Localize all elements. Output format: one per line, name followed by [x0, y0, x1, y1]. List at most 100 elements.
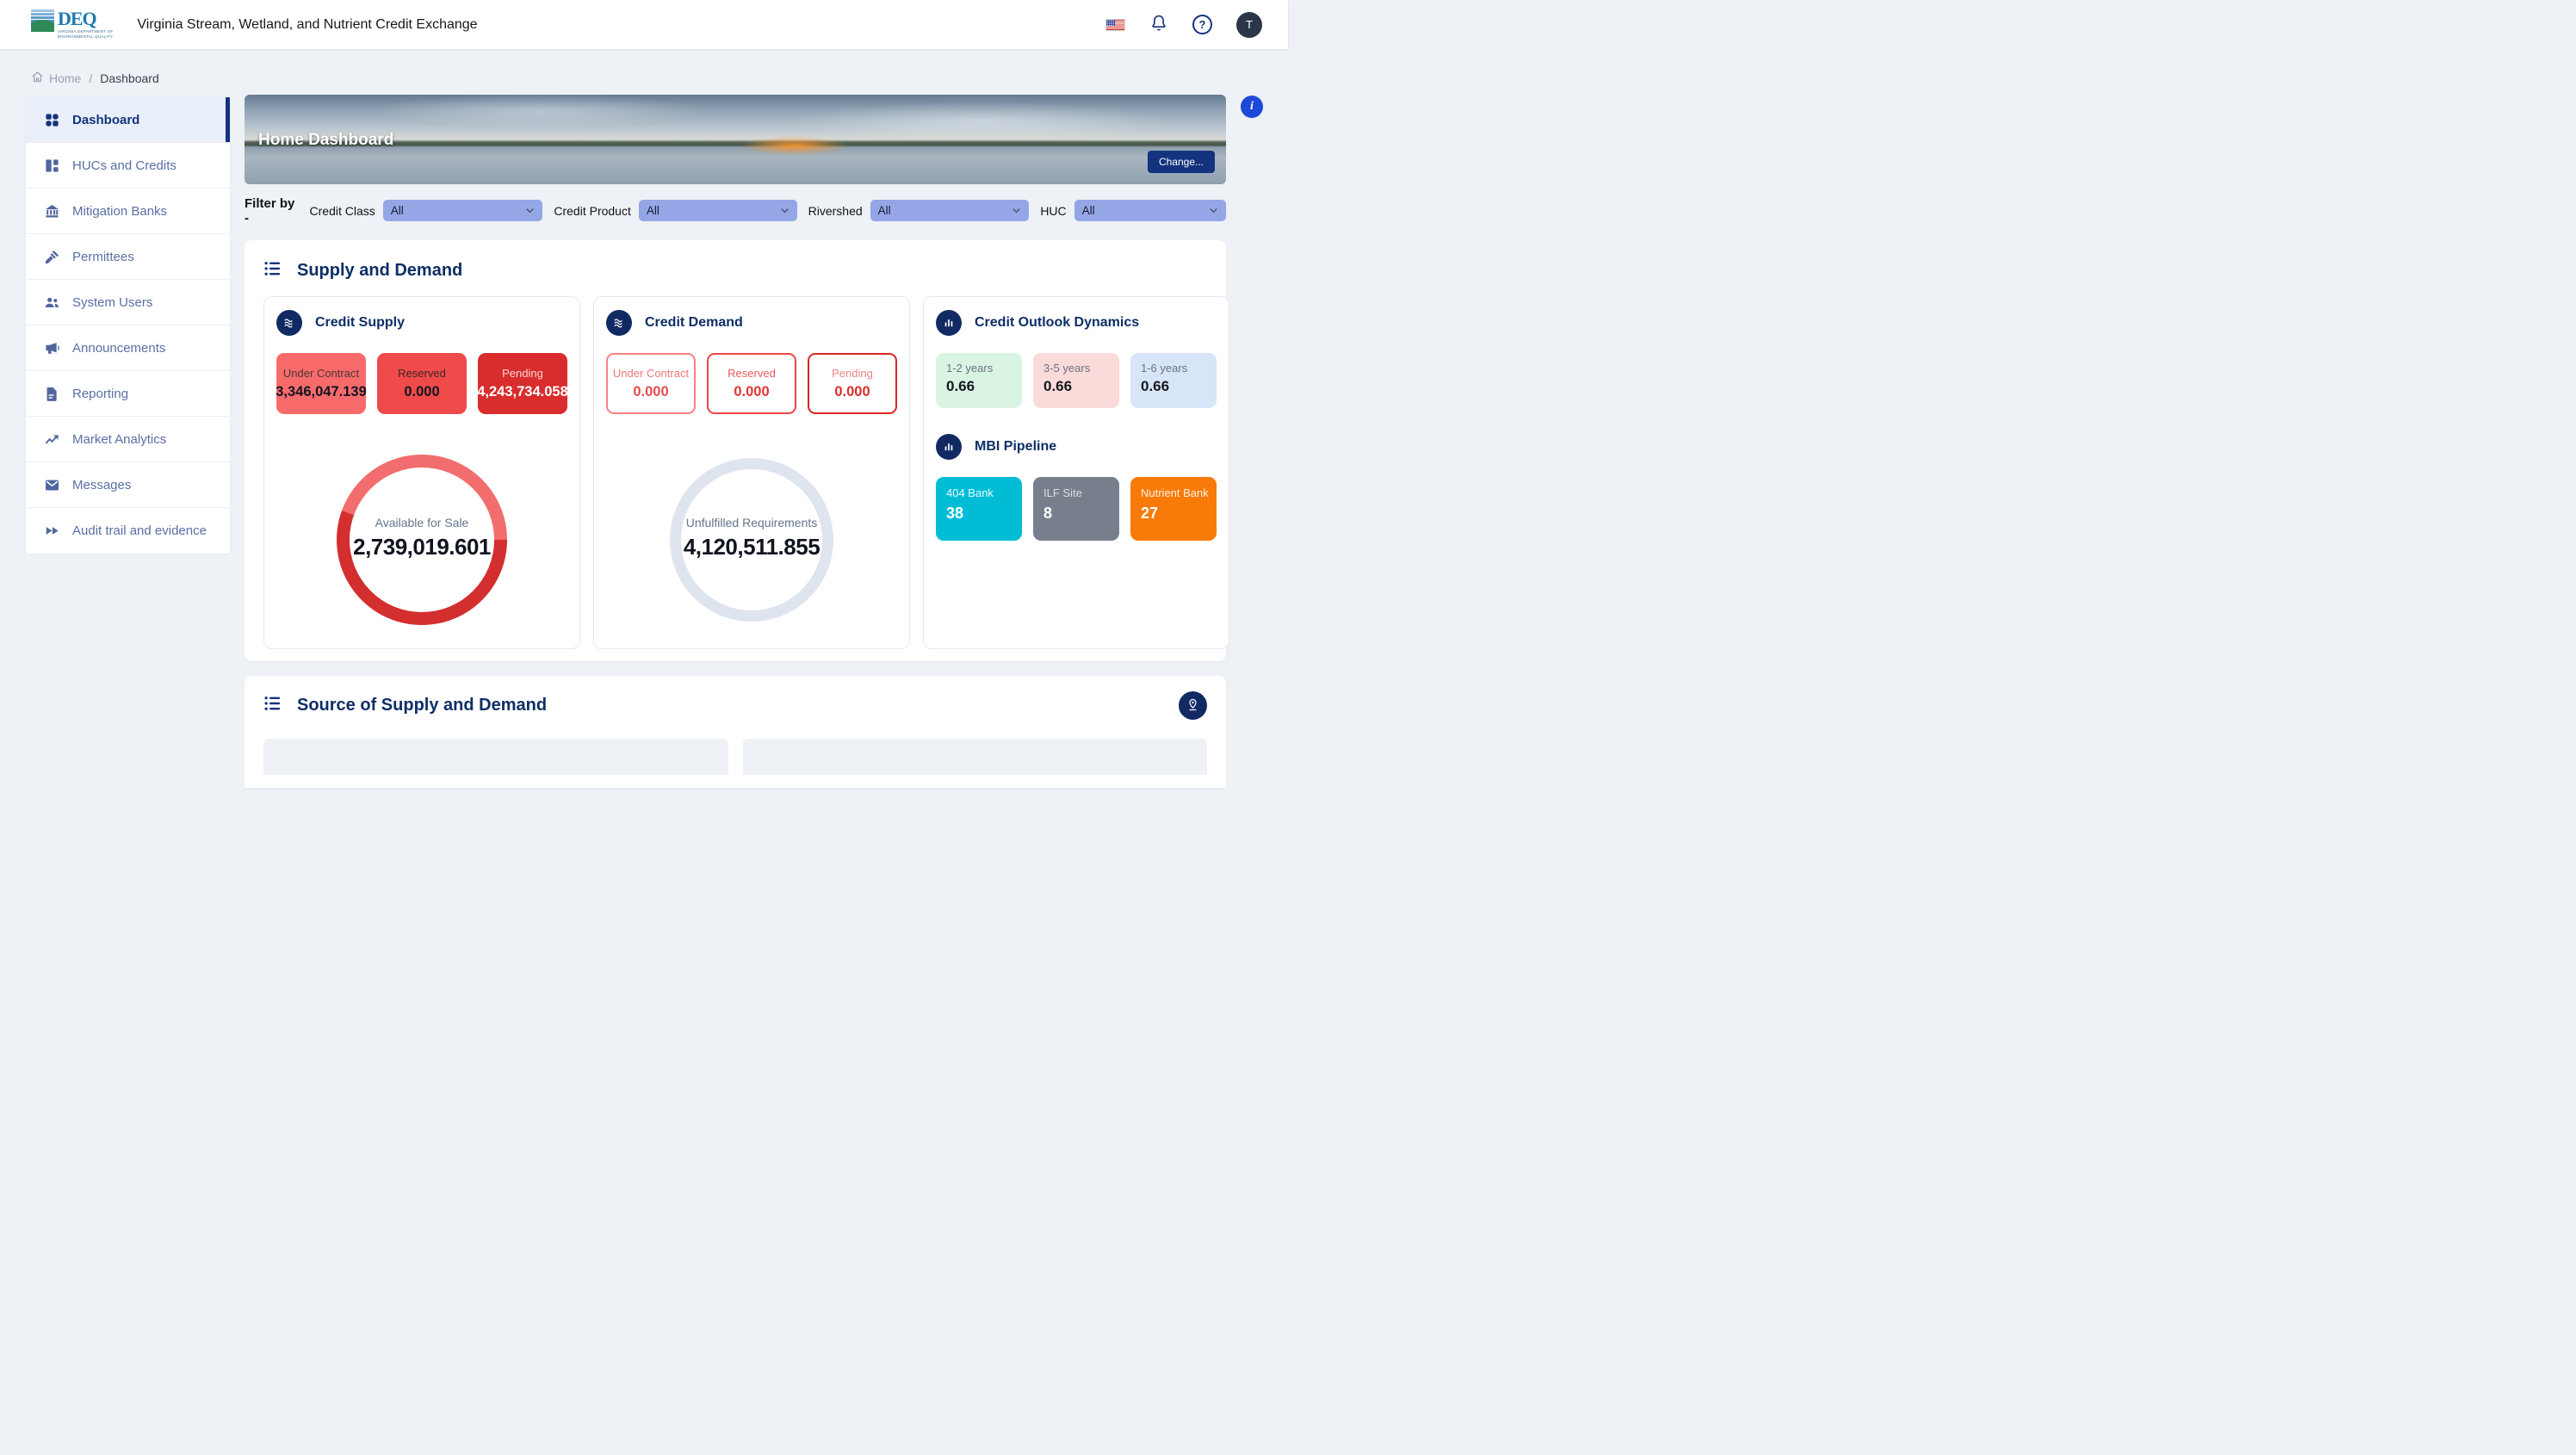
tile-value: 8	[1043, 505, 1116, 523]
supply-ring-value: 2,739,019.601	[293, 534, 551, 560]
outlook-tile-3-5-years: 3-5 years 0.66	[1033, 353, 1119, 408]
hero-title: Home Dashboard	[258, 131, 393, 150]
filter-bar: Filter by - Credit Class All Credit Prod…	[245, 200, 1226, 221]
supply-ring-label: Available for Sale	[293, 516, 551, 529]
waves-icon	[606, 310, 632, 336]
sidebar-item-announcements[interactable]: Announcements	[26, 325, 230, 371]
source-table-header-right	[743, 739, 1208, 775]
help-button[interactable]: ?	[1192, 15, 1212, 34]
badge-value: 0.000	[404, 384, 439, 400]
user-menu-button[interactable]: T	[1236, 12, 1262, 38]
demand-ring-value: 4,120,511.855	[622, 534, 881, 560]
rivershed-select[interactable]: All	[870, 200, 1030, 221]
badge-value: 3,346,047.139	[276, 384, 367, 400]
filter-label-credit-product: Credit Product	[554, 204, 630, 218]
sidebar-item-label: Dashboard	[72, 113, 139, 127]
sidebar-item-market-analytics[interactable]: Market Analytics	[26, 417, 230, 462]
sidebar-item-hucs-and-credits[interactable]: HUCs and Credits	[26, 143, 230, 189]
info-button[interactable]: i	[1241, 96, 1263, 118]
badge-label: Pending	[832, 367, 873, 380]
breadcrumb-home-link[interactable]: Home	[31, 71, 81, 86]
credit-supply-card: Credit Supply Under Contract 3,346,047.1…	[263, 296, 580, 649]
tile-value: 0.66	[1141, 378, 1213, 395]
badge-value: 0.000	[834, 384, 870, 400]
badge-label: Under Contract	[283, 367, 359, 380]
users-icon	[44, 294, 60, 311]
outlook-tile-1-2-years: 1-2 years 0.66	[936, 353, 1022, 408]
tile-value: 27	[1141, 505, 1213, 523]
sidebar-item-mitigation-banks[interactable]: Mitigation Banks	[26, 189, 230, 234]
fast-forward-icon	[44, 523, 60, 539]
map-view-button[interactable]	[1179, 691, 1207, 720]
us-flag-icon[interactable]	[1105, 19, 1125, 31]
bank-icon	[44, 203, 60, 220]
notifications-button[interactable]	[1149, 14, 1168, 35]
hero-banner: Home Dashboard Change...	[245, 95, 1226, 184]
credit-class-value: All	[391, 204, 526, 217]
sidebar-item-audit-trail[interactable]: Audit trail and evidence	[26, 508, 230, 554]
avatar: T	[1236, 12, 1262, 38]
trend-up-icon	[44, 431, 60, 448]
main-content: Home Dashboard Change... Filter by - Cre…	[245, 95, 1226, 788]
source-supply-demand-section: Source of Supply and Demand	[245, 676, 1226, 788]
filter-label-rivershed: Rivershed	[808, 204, 863, 218]
change-banner-button[interactable]: Change...	[1148, 151, 1215, 173]
badge-label: Reserved	[398, 367, 446, 380]
sidebar-item-label: Announcements	[72, 341, 165, 356]
huc-value: All	[1082, 204, 1209, 217]
credit-supply-title: Credit Supply	[315, 315, 405, 331]
sidebar-item-reporting[interactable]: Reporting	[26, 371, 230, 417]
grid-icon	[44, 112, 60, 128]
waves-icon	[276, 310, 302, 336]
credit-product-value: All	[647, 204, 780, 217]
sidebar: Dashboard HUCs and Credits Mitigation Ba…	[26, 97, 230, 554]
demand-ring-label: Unfulfilled Requirements	[622, 516, 881, 529]
chevron-down-icon	[1012, 204, 1021, 217]
badge-label: Reserved	[728, 367, 776, 380]
credit-product-select[interactable]: All	[639, 200, 797, 221]
chevron-down-icon	[1209, 204, 1218, 217]
help-icon: ?	[1192, 15, 1212, 34]
bar-chart-icon	[936, 434, 962, 460]
tile-label: 404 Bank	[946, 486, 1019, 499]
badge-value: 0.000	[633, 384, 668, 400]
credit-outlook-card: Credit Outlook Dynamics 1-2 years 0.66 3…	[923, 296, 1229, 649]
chevron-down-icon	[525, 204, 535, 217]
sidebar-item-label: Audit trail and evidence	[72, 523, 207, 538]
mbi-pipeline-title: MBI Pipeline	[975, 439, 1056, 455]
sidebar-item-permittees[interactable]: Permittees	[26, 234, 230, 280]
info-icon: i	[1250, 100, 1254, 114]
deq-logo-acronym: DEQ	[58, 9, 113, 28]
breadcrumb-home-label: Home	[49, 71, 81, 85]
filter-prefix: Filter by -	[245, 196, 299, 226]
breadcrumb: Home / Dashboard	[31, 71, 159, 86]
rivershed-value: All	[878, 204, 1012, 217]
sidebar-item-label: Mitigation Banks	[72, 204, 167, 219]
document-icon	[44, 386, 60, 402]
filter-label-credit-class: Credit Class	[310, 204, 375, 218]
tile-value: 0.66	[1043, 378, 1116, 395]
deq-logo-subline1: Virginia Department of	[58, 30, 113, 34]
credit-demand-donut: Unfulfilled Requirements 4,120,511.855	[606, 436, 897, 643]
sidebar-item-messages[interactable]: Messages	[26, 462, 230, 508]
tile-value: 0.66	[946, 378, 1019, 395]
bell-icon	[1149, 14, 1168, 35]
supply-reserved-badge: Reserved 0.000	[377, 353, 467, 414]
chevron-down-icon	[780, 204, 790, 217]
sidebar-item-label: HUCs and Credits	[72, 158, 176, 173]
sidebar-item-label: Market Analytics	[72, 432, 166, 447]
layout-icon	[44, 158, 60, 174]
sidebar-item-system-users[interactable]: System Users	[26, 280, 230, 325]
breadcrumb-separator: /	[89, 71, 92, 85]
tile-label: ILF Site	[1043, 486, 1116, 499]
credit-outlook-title: Credit Outlook Dynamics	[975, 315, 1139, 331]
envelope-icon	[44, 477, 60, 493]
app-title: Virginia Stream, Wetland, and Nutrient C…	[137, 17, 477, 33]
huc-select[interactable]: All	[1074, 200, 1226, 221]
sidebar-item-dashboard[interactable]: Dashboard	[26, 97, 230, 143]
demand-under-contract-badge: Under Contract 0.000	[606, 353, 696, 414]
map-pin-icon	[1186, 697, 1200, 715]
credit-class-select[interactable]: All	[383, 200, 543, 221]
tile-label: 1-6 years	[1141, 362, 1213, 375]
sidebar-item-label: Permittees	[72, 250, 134, 264]
